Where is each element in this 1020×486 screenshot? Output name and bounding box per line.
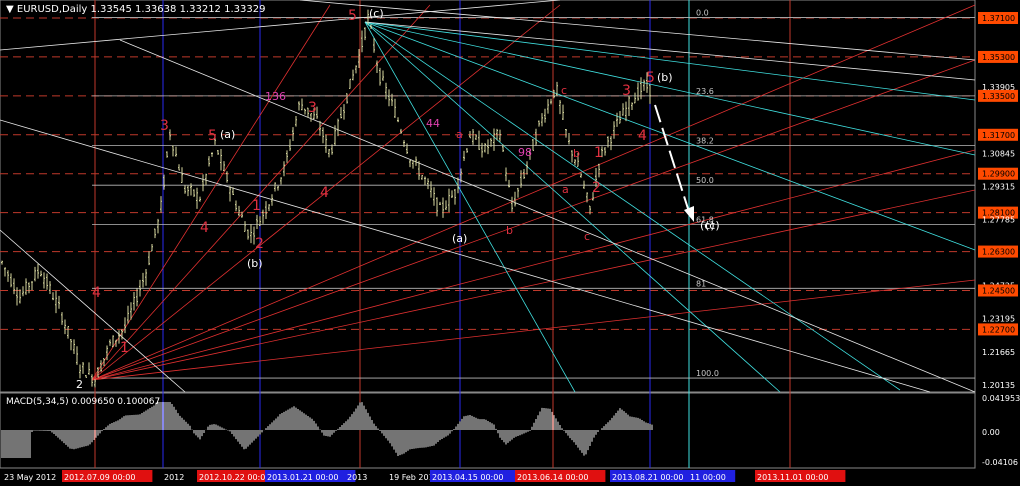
wave-label: a [456, 128, 463, 141]
macd-histogram-layer [1, 402, 653, 458]
fan-lines-layer [0, 0, 976, 393]
fib-level-label: 81 [696, 279, 706, 288]
macd-axis-label: 0.041953 [982, 394, 1020, 403]
gann-fan-line [91, 279, 976, 381]
time-axis-label: 2013.06.14 00:00 [517, 473, 588, 482]
wave-label: 3 [308, 100, 317, 116]
gann-fan-line [91, 149, 976, 381]
wave-label: a [562, 183, 569, 196]
macd-axis-label: 0.00 [982, 428, 1000, 437]
fib-level-label: 38.2 [696, 137, 714, 146]
time-axis-label: 2013 [347, 473, 367, 482]
chart-title: ▼ EURUSD,Daily 1.33545 1.33638 1.33212 1… [6, 4, 265, 15]
time-axis-label: 2012.10.22 00:00 [199, 473, 270, 482]
price-axis-label: 1.23195 [982, 315, 1015, 324]
price-axis-label: 1.29900 [982, 170, 1015, 179]
cyan-fan-line [364, 21, 781, 393]
wave-label: (b) [657, 71, 673, 84]
wave-label: 1 [120, 340, 129, 356]
wave-label: 44 [426, 117, 440, 130]
price-axis-label: 1.33500 [982, 92, 1015, 101]
wave-label: 4 [320, 185, 329, 201]
price-axis-label: 1.22700 [982, 325, 1015, 334]
time-axis-label: 2013.01.21 00:00 [267, 473, 338, 482]
wave-label: b [506, 224, 513, 237]
wave-label: (a) [220, 128, 235, 141]
time-axis-label: 23 May 2012 [4, 473, 56, 482]
wave-label: 3 [160, 118, 169, 134]
gann-fan-line [91, 189, 976, 381]
wave-label: 4 [92, 285, 101, 301]
fib-level-label: 100.0 [696, 369, 719, 378]
fib-level-label: 0.0 [696, 9, 709, 18]
wave-label: 5 [348, 8, 357, 24]
wave-label: (a) [452, 232, 467, 245]
wave-label: 1 [594, 145, 603, 161]
time-axis-label: 2012.07.09 00:00 [64, 473, 135, 482]
price-axis-label: 1.31700 [982, 131, 1015, 140]
trend-line [0, 229, 186, 393]
gann-fan-line [91, 4, 331, 381]
trading-chart[interactable]: 0.023.638.250.061.881100.05 (c)13635 (a)41… [0, 0, 1020, 486]
wave-label: 2 [255, 236, 264, 252]
time-axis-label: 2012 [164, 473, 184, 482]
price-axis-label: 1.26300 [982, 248, 1015, 257]
price-axis-label: 1.20135 [982, 381, 1015, 390]
price-axis-label: 1.37100 [982, 14, 1015, 23]
wave-label: (c) [369, 7, 384, 20]
wave-label: b [573, 147, 580, 160]
price-axis-label: 1.35300 [982, 53, 1015, 62]
cyan-fan-line [364, 21, 901, 391]
price-axis-label: 1.30845 [982, 149, 1015, 158]
main-panel-frame [0, 0, 976, 393]
fib-level-label: 23.6 [696, 87, 714, 96]
wave-label: 3 [622, 83, 631, 99]
wave-label: 5 [208, 128, 217, 144]
macd-title: MACD(5,34,5) 0.009650 0.100067 [6, 397, 160, 407]
gann-fan-line [91, 59, 976, 381]
wave-label: 5 [646, 70, 655, 86]
wave-label: 98 [518, 146, 532, 159]
price-axis-layer: 1.371001.353001.339051.335001.317001.308… [978, 12, 1020, 467]
gann-fan-line [91, 4, 976, 381]
price-axis-label: 1.21665 [982, 348, 1015, 357]
wave-label: c [584, 230, 590, 243]
price-axis-label: 1.27785 [982, 215, 1015, 224]
time-axis-layer: 23 May 2012 2012.07.09 00:00 2012 2012.10.2… [4, 470, 846, 482]
wave-label: 4 [638, 128, 647, 144]
wave-labels-layer: 0.023.638.250.061.881100.05 (c)13635 (a)41… [76, 7, 720, 391]
wave-label: c [561, 84, 567, 97]
gann-fan-line [91, 4, 431, 381]
price-axis-label: 1.24500 [982, 286, 1015, 295]
wave-label: 136 [265, 90, 286, 103]
price-axis-label: 1.29315 [982, 182, 1015, 191]
time-axis-label: 11 00:00 [690, 473, 726, 482]
time-axis-label: 2013.04.15 00:00 [432, 473, 503, 482]
wave-label: (b) [247, 257, 263, 270]
wave-label: 2 [76, 378, 83, 391]
wave-label: 4 [200, 220, 209, 236]
fib-level-label: 50.0 [696, 176, 714, 185]
wave-label: 1 [252, 198, 261, 214]
time-axis-label: 2013.08.21 00:00 [612, 473, 683, 482]
projection-arrow [654, 104, 691, 216]
wave-label: (c) [700, 219, 715, 232]
time-axis-label: 2013.11.01 00:00 [757, 473, 828, 482]
wave-label: 2 [592, 180, 601, 196]
macd-axis-label: -0.04106 [982, 458, 1018, 467]
